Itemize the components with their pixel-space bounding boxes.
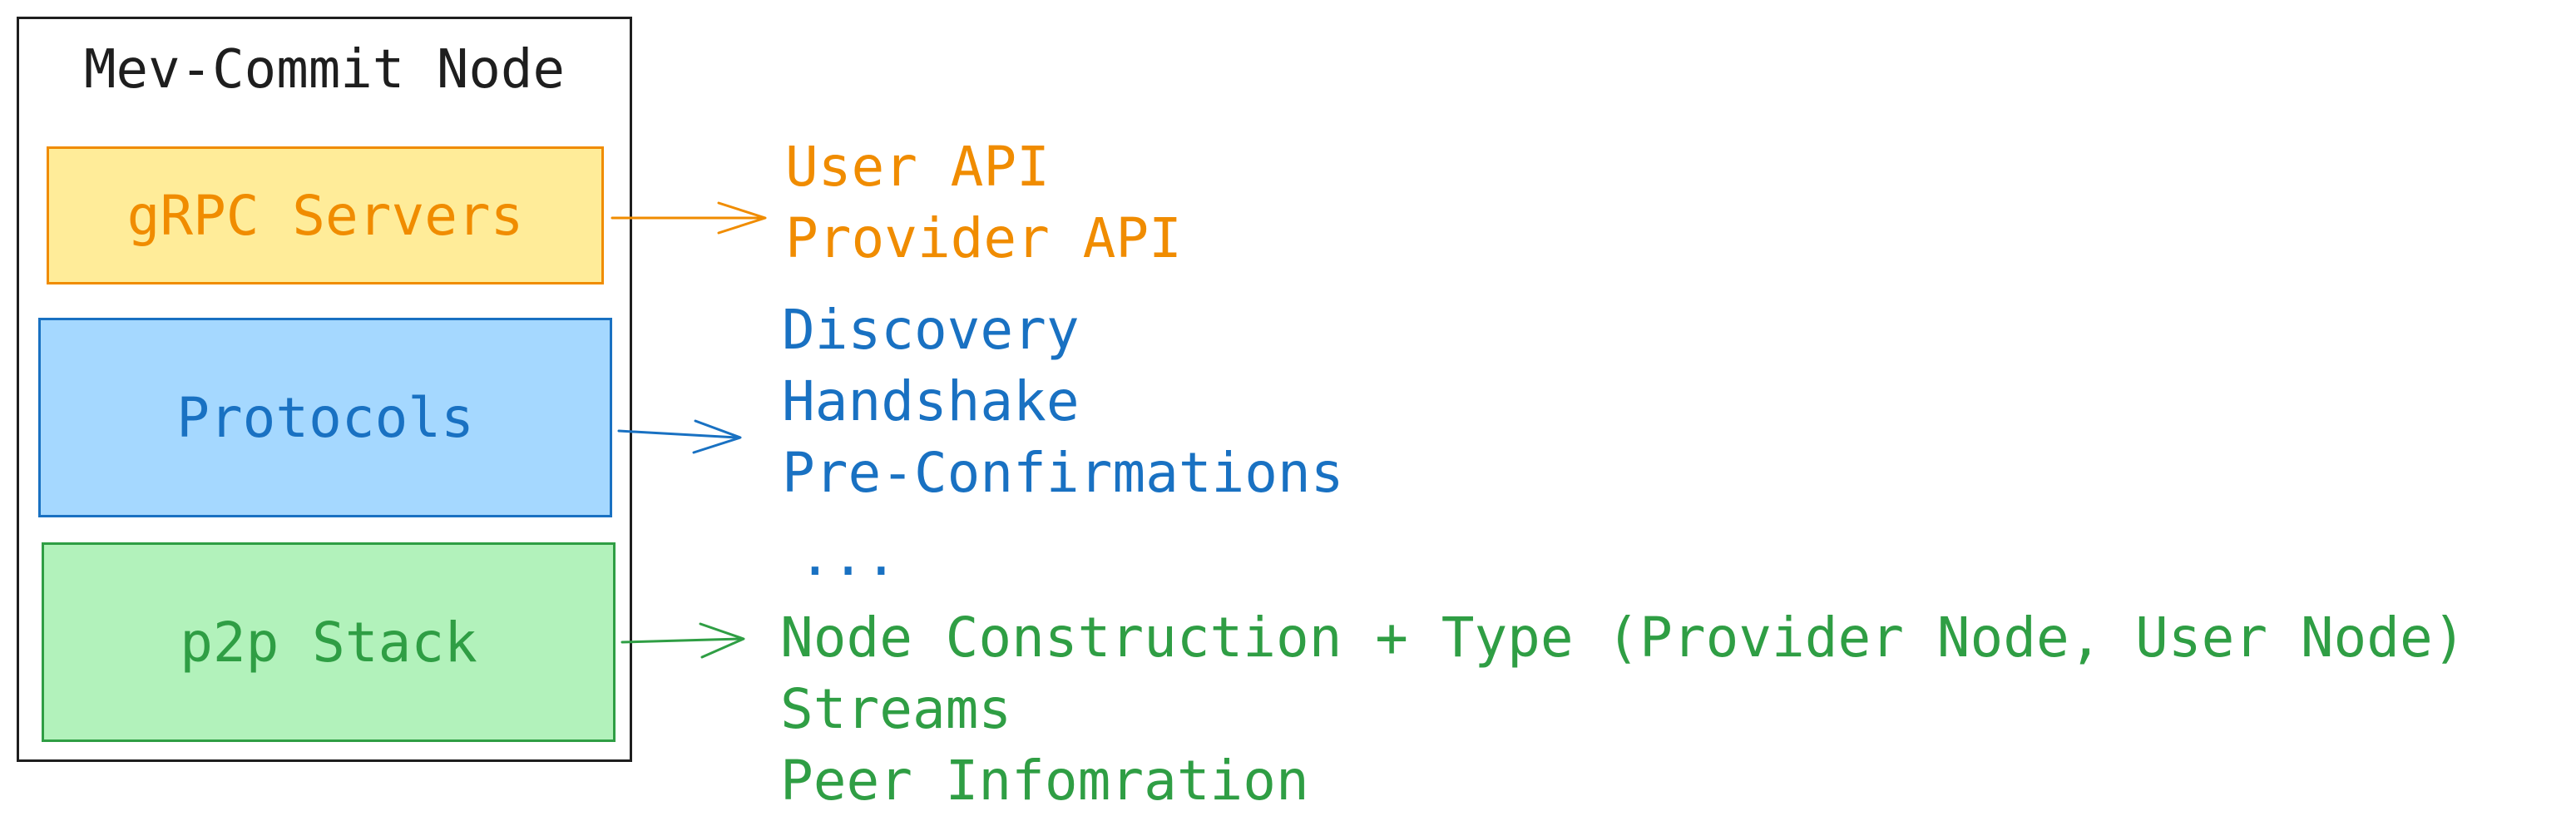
protocols-arrow [617,419,742,454]
grpc-items-list: User API Provider API [785,131,1182,275]
p2p-item-node-construction: Node Construction + Type (Provider Node,… [780,606,2466,670]
protocol-item-handshake: Handshake [782,369,1080,433]
grpc-item-provider-api: Provider API [785,206,1182,270]
p2p-item-streams: Streams [780,677,1012,741]
protocols-layer: Protocols [38,318,612,517]
protocol-item-pre-confirmations: Pre-Confirmations [782,441,1344,505]
p2p-item-peer-information: Peer Infomration [780,749,1309,813]
p2p-stack-layer: p2p Stack [42,542,616,742]
protocols-label: Protocols [176,385,474,450]
p2p-arrow [621,622,745,659]
p2p-stack-label: p2p Stack [180,610,477,675]
protocol-items-list: Discovery Handshake Pre-Confirmations [782,294,1344,509]
p2p-items-list: Node Construction + Type (Provider Node,… [780,602,2466,817]
grpc-arrow [611,201,767,235]
grpc-item-user-api: User API [785,135,1050,199]
protocol-item-discovery: Discovery [782,298,1080,362]
grpc-servers-layer: gRPC Servers [47,146,604,284]
node-title: Mev-Commit Node [84,39,565,101]
protocol-more-ellipsis: ... [799,524,898,588]
grpc-servers-label: gRPC Servers [126,183,524,248]
